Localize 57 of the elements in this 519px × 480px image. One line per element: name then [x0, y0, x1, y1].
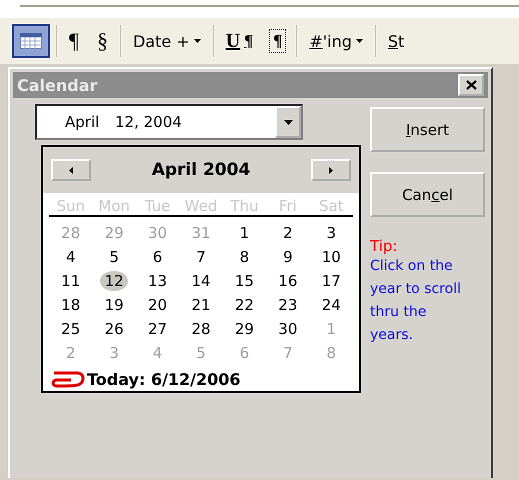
day-cell[interactable]: 25	[49, 319, 92, 339]
loop-icon	[51, 369, 85, 389]
day-cell[interactable]: 4	[49, 247, 92, 267]
day-cell[interactable]: 22	[222, 295, 266, 315]
dropdown-button[interactable]: Date +	[126, 24, 207, 58]
day-cell[interactable]: 16	[266, 271, 310, 291]
close-icon	[466, 80, 476, 90]
day-cell[interactable]: 12	[100, 271, 128, 291]
day-cell[interactable]: 17	[310, 271, 353, 291]
date-text: 12, 2004	[115, 113, 182, 131]
cancel-button[interactable]: Cancel	[370, 172, 485, 217]
day-cell[interactable]: 19	[92, 295, 136, 315]
day-cell[interactable]: 28	[179, 319, 223, 339]
right-arrow-icon	[328, 166, 333, 174]
window-title: Calendar	[17, 76, 98, 94]
day-cell[interactable]: 1	[222, 223, 266, 243]
day-cell[interactable]: 18	[49, 295, 92, 315]
day-cell[interactable]: 2	[266, 223, 310, 243]
day-cell[interactable]: 29	[222, 319, 266, 339]
day-cell[interactable]: 5	[92, 247, 136, 267]
day-cell[interactable]: 15	[222, 271, 266, 291]
dropdown-button[interactable]: #'ing	[303, 24, 369, 58]
left-arrow-icon	[69, 166, 73, 174]
tip-label: Tip:	[370, 237, 398, 255]
symbol-button[interactable]: §	[90, 24, 114, 58]
caret-icon	[356, 39, 363, 43]
date-field[interactable]: April 12, 2004	[35, 104, 303, 140]
caret-icon	[284, 120, 292, 124]
symbol-button[interactable]: ¶	[63, 24, 85, 58]
month-year-label[interactable]: April 2004	[152, 160, 250, 180]
day-cell[interactable]: 30	[266, 319, 310, 339]
day-cell[interactable]: 23	[266, 295, 310, 315]
day-cell[interactable]: 10	[310, 247, 353, 267]
day-cell[interactable]: 8	[222, 247, 266, 267]
day-cell[interactable]: 24	[310, 295, 353, 315]
caret-icon	[194, 39, 201, 43]
dropdown-button[interactable]	[275, 106, 301, 138]
close-button[interactable]	[458, 74, 484, 96]
day-cell[interactable]: 27	[136, 319, 180, 339]
symbol-button[interactable]: ¶	[269, 29, 286, 53]
insert-button[interactable]: Insert	[370, 107, 485, 152]
today-link[interactable]: Today: 6/12/2006	[87, 370, 241, 388]
toolbar-button[interactable]: St	[382, 24, 410, 58]
day-cell[interactable]: 13	[136, 271, 180, 291]
calendar-button[interactable]	[12, 24, 50, 58]
tip-text: Click on the year to scroll thru the years.	[370, 257, 462, 345]
day-cell[interactable]: 9	[266, 247, 310, 267]
day-cell[interactable]: 6	[136, 247, 180, 267]
day-cell[interactable]: 11	[49, 271, 92, 291]
day-cell[interactable]: 7	[179, 247, 223, 267]
grid-icon	[20, 33, 42, 49]
day-cell[interactable]: 26	[92, 319, 136, 339]
day-cell[interactable]: 21	[179, 295, 223, 315]
day-cell[interactable]: 3	[310, 223, 353, 243]
day-cell[interactable]: 20	[136, 295, 180, 315]
month-text: April	[65, 113, 100, 131]
day-cell[interactable]: 14	[179, 271, 223, 291]
